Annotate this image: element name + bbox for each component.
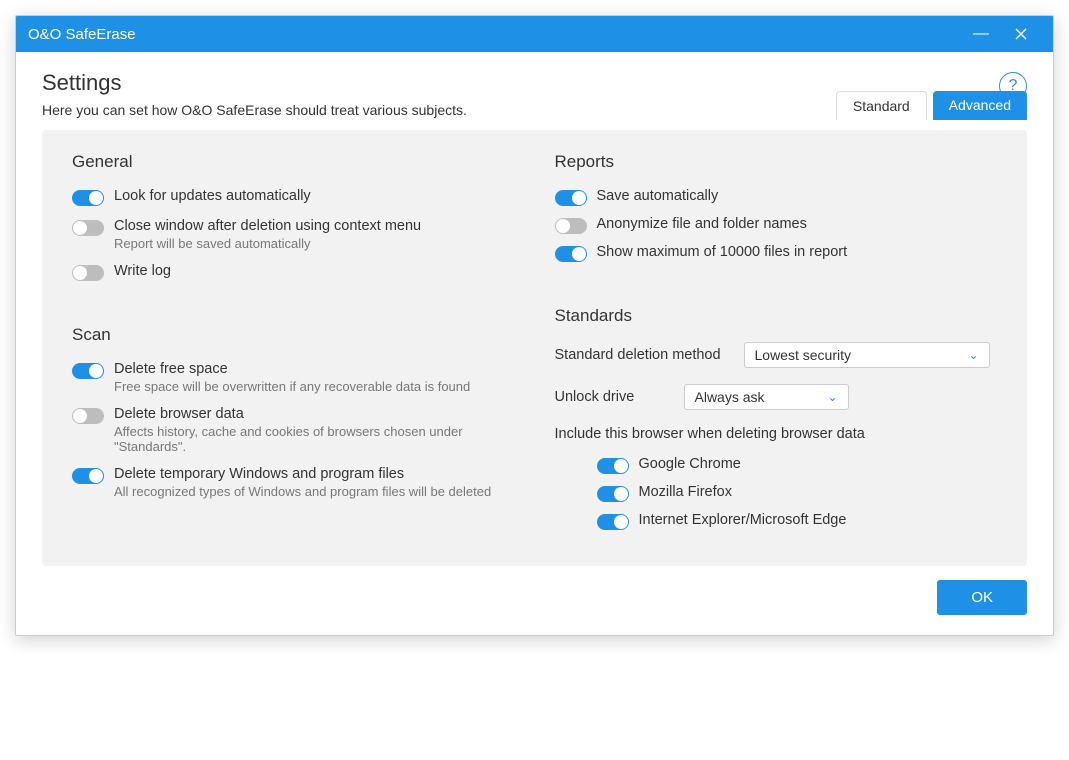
label-edge: Internet Explorer/Microsoft Edge [639,512,847,528]
section-title-scan: Scan [72,325,515,345]
close-icon [1015,28,1027,40]
section-reports: Reports Save automatically Anonymize fil… [555,152,998,262]
label-chrome: Google Chrome [639,456,741,472]
settings-window: O&O SafeErase — Settings Here you can se… [15,15,1054,636]
toggle-anonymize[interactable] [555,218,587,234]
minimize-button[interactable]: — [961,16,1001,52]
label-browser-data: Delete browser data [114,406,515,422]
desc-temp-files: All recognized types of Windows and prog… [114,484,491,499]
label-max-files: Show maximum of 10000 files in report [597,244,848,260]
section-title-standards: Standards [555,306,998,326]
toggle-temp-files[interactable] [72,468,104,484]
label-anonymize: Anonymize file and folder names [597,216,807,232]
toggle-firefox[interactable] [597,486,629,502]
chevron-down-icon: ⌄ [827,390,837,404]
close-button[interactable] [1001,16,1041,52]
toggle-edge[interactable] [597,514,629,530]
label-write-log: Write log [114,263,171,279]
section-title-general: General [72,152,515,172]
section-general: General Look for updates automatically C… [72,152,515,281]
toggle-save-auto[interactable] [555,190,587,206]
toggle-chrome[interactable] [597,458,629,474]
toggle-free-space[interactable] [72,363,104,379]
toggle-browser-data[interactable] [72,408,104,424]
desc-free-space: Free space will be overwritten if any re… [114,379,470,394]
select-unlock-drive[interactable]: Always ask ⌄ [684,384,849,410]
chevron-down-icon: ⌄ [968,348,978,362]
desc-close-window: Report will be saved automatically [114,236,421,251]
label-unlock-drive: Unlock drive [555,389,670,405]
tab-advanced[interactable]: Advanced [933,91,1027,120]
select-deletion-method[interactable]: Lowest security ⌄ [744,342,990,368]
desc-browser-data: Affects history, cache and cookies of br… [114,424,515,454]
titlebar: O&O SafeErase — [16,16,1053,52]
select-deletion-value: Lowest security [755,347,851,363]
ok-button[interactable]: OK [937,580,1027,615]
label-save-auto: Save automatically [597,188,719,204]
tabs: Standard Advanced [836,91,1027,120]
toggle-close-window[interactable] [72,220,104,236]
label-temp-files: Delete temporary Windows and program fil… [114,466,491,482]
settings-panel: General Look for updates automatically C… [42,130,1027,566]
label-free-space: Delete free space [114,361,470,377]
tab-standard[interactable]: Standard [836,91,927,120]
label-include-browser: Include this browser when deleting brows… [555,426,998,442]
toggle-updates[interactable] [72,190,104,206]
app-title: O&O SafeErase [28,26,961,43]
section-standards: Standards Standard deletion method Lowes… [555,306,998,530]
label-close-window: Close window after deletion using contex… [114,218,421,234]
toggle-write-log[interactable] [72,265,104,281]
label-updates: Look for updates automatically [114,188,311,204]
select-unlock-value: Always ask [695,389,765,405]
toggle-max-files[interactable] [555,246,587,262]
label-firefox: Mozilla Firefox [639,484,732,500]
section-scan: Scan Delete free space Free space will b… [72,325,515,499]
label-deletion-method: Standard deletion method [555,347,730,363]
section-title-reports: Reports [555,152,998,172]
